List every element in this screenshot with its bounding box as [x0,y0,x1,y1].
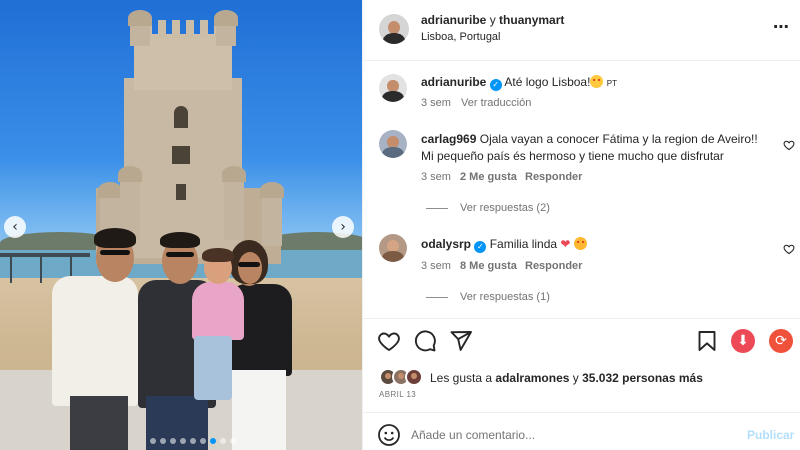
caption-text: Até logo Lisboa! [504,75,591,89]
reply-button[interactable]: Responder [525,171,582,183]
carousel-dot [180,438,186,444]
download-icon[interactable]: ⬇ [731,329,755,353]
coauthor-username[interactable]: thuanymart [499,13,564,27]
likes-count[interactable]: 35.032 personas más [582,371,703,385]
like-heart-icon[interactable] [377,329,401,353]
post-location[interactable]: Lisboa, Portugal [421,31,501,43]
heart-eyes-emoji-icon [590,75,604,88]
comment-input[interactable] [411,425,711,445]
comment-avatar[interactable] [379,130,407,158]
comment-text: Ojala vayan a conocer Fátima y la region… [479,132,758,146]
pier [0,253,90,257]
post-detail-panel: adrianuribe y thuanymart Lisboa, Portuga… [362,0,800,450]
comment-text: Familia linda [489,237,558,251]
repost-icon[interactable]: ⟳ [769,329,793,353]
comment-line: odalysrp ✓ Familia linda ❤ [421,237,587,253]
comment-time: 3 sem [421,260,451,272]
reply-button[interactable]: Responder [525,260,582,272]
carousel-dot [200,438,206,444]
caption-avatar[interactable] [379,74,407,102]
carousel-dot [150,438,156,444]
author-username[interactable]: adrianuribe [421,13,486,27]
comment-likes[interactable]: 8 Me gusta [460,260,517,272]
caption: adrianuribe ✓ Até logo Lisboa! PT [421,75,617,91]
carousel-dot [160,438,166,444]
verified-badge-icon: ✓ [489,79,502,91]
comment-avatar[interactable] [379,234,407,262]
liker-username[interactable]: adalramones [495,371,569,385]
carousel-dot [190,438,196,444]
ellipsis-icon[interactable]: ⋯ [773,17,790,36]
carousel-dot [230,438,236,444]
save-bookmark-icon[interactable] [695,329,719,353]
collab-avatar[interactable] [379,14,409,44]
liker-avatar[interactable] [405,368,423,386]
caption-time: 3 sem [421,97,451,109]
view-replies-button[interactable]: Ver respuestas (1) [426,291,550,303]
comment-line: carlag969 Ojala vayan a conocer Fátima y… [421,132,758,146]
post-date: ABRIL 13 [379,390,417,399]
emoji-icon[interactable] [377,423,401,447]
translate-link[interactable]: Ver traducción [461,97,531,109]
post-photo[interactable]: ‹ › [0,0,362,450]
share-paper-plane-icon[interactable] [449,329,473,353]
next-image-button[interactable]: › [332,216,354,238]
carousel-dot [220,438,226,444]
likes-summary[interactable]: Les gusta a adalramones y 35.032 persona… [430,371,703,385]
red-heart-emoji-icon: ❤ [560,237,571,251]
comment-time: 3 sem [421,171,451,183]
like-comment-heart-icon[interactable] [783,139,795,151]
like-comment-heart-icon[interactable] [783,243,795,255]
carousel-dot [170,438,176,444]
post-authors: adrianuribe y thuanymart [421,13,565,27]
comment-bubble-icon[interactable] [413,329,437,353]
verified-badge-icon: ✓ [474,241,487,253]
hands-emoji-icon [573,237,587,250]
comment-likes[interactable]: 2 Me gusta [460,171,517,183]
carousel-dot [210,438,216,444]
caption-username[interactable]: adrianuribe [421,75,486,89]
comment-text-continued: Mi pequeño país és hermoso y tiene mucho… [421,149,724,163]
view-replies-button[interactable]: Ver respuestas (2) [426,202,550,214]
carousel-indicator [150,438,236,444]
comment-username[interactable]: odalysrp [421,237,471,251]
publish-button[interactable]: Publicar [747,428,794,442]
comment-username[interactable]: carlag969 [421,132,476,146]
country-badge: PT [606,79,618,88]
prev-image-button[interactable]: ‹ [4,216,26,238]
